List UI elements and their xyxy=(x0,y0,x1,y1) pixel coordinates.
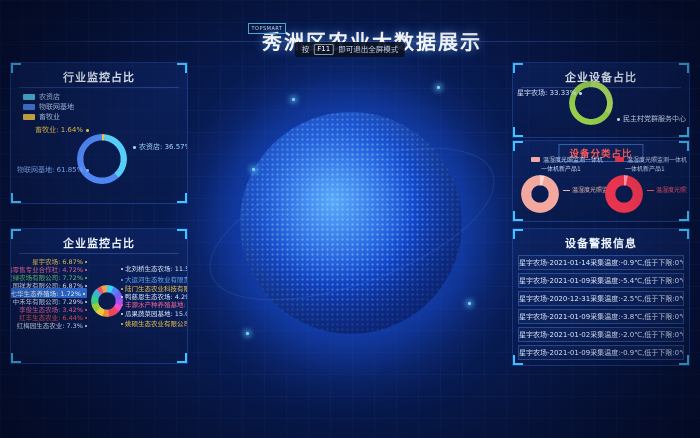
alarm-row: 星宇农场-2021-01-09采集温度:-3.8℃,低于下限:0℃ xyxy=(518,309,684,324)
chart-callout: 温湿度光照监测一… xyxy=(647,185,687,194)
chart-callout: 北刘桥生态农场: 11.56% xyxy=(121,263,188,273)
panel-title: 设备警报信息 xyxy=(513,235,689,251)
legend-item[interactable]: 一体机新产品1 xyxy=(541,164,581,173)
title-divider xyxy=(19,87,179,88)
legend-item[interactable]: 农资店 xyxy=(23,92,74,102)
enterprise-donut-chart[interactable] xyxy=(91,285,123,317)
panel-device-classification: 设备分类占比 温湿度光照监测一体机 一体机新产品1 温湿度光照监测一… 温湿度光… xyxy=(512,140,690,222)
legend-label: 温湿度光照监测一体机 xyxy=(627,155,687,164)
legend-swatch xyxy=(23,94,35,100)
panel-device-alarms: 设备警报信息 星宇农场-2021-01-14采集温度:-0.9℃,低于下限:0℃… xyxy=(512,228,690,366)
legend-swatch xyxy=(23,114,35,120)
legend-label: 一体机新产品1 xyxy=(541,164,581,173)
chart-callout: 畜牧业: 1.64% xyxy=(35,125,89,135)
legend-item[interactable]: 畜牧业 xyxy=(23,112,74,122)
chart-callout: 农资店: 36.57% xyxy=(133,142,188,152)
fullscreen-hint: 按 F11 即可退出全屏模式 xyxy=(295,42,405,57)
legend-item[interactable]: 温湿度光照监测一体机 xyxy=(531,155,603,164)
legend-item[interactable]: 温湿度光照监测一体机 xyxy=(615,155,687,164)
alarm-row: 星宇农场-2021-01-14采集温度:-0.9℃,低于下限:0℃ xyxy=(518,255,684,270)
chart-callout: 姚硕生态农业有限公司: 6.87% xyxy=(121,318,188,328)
legend-label: 农资店 xyxy=(39,92,60,102)
chart-callout: 温湿度光照监测一… xyxy=(563,185,607,194)
dashboard-stage: TOPSMART 秀洲区农业大数据展示 按 F11 即可退出全屏模式 行业监控占… xyxy=(0,0,700,438)
alarm-row: 星宇农场-2021-01-09采集温度:-0.9℃,低于下限:0℃ xyxy=(518,345,684,360)
panel-industry-monitoring: 行业监控占比 农资店 物联网基地 畜牧业 畜牧业: 1.64% 农资店: 36.… xyxy=(10,62,188,204)
legend-swatch xyxy=(531,157,540,162)
panel-title: 企业监控占比 xyxy=(11,235,187,251)
legend-label: 一体机新产品1 xyxy=(625,164,665,173)
chart-legend: 农资店 物联网基地 畜牧业 xyxy=(23,92,74,122)
f11-key-badge: F11 xyxy=(313,44,334,55)
chart-callout: 物联网基地: 61.85% xyxy=(17,165,89,175)
device-donut-chart-left[interactable] xyxy=(521,175,559,213)
glow-dot xyxy=(252,168,255,171)
chart-callout: 瓜果蔬菜园基地: 15.02% xyxy=(121,308,188,318)
legend-swatch xyxy=(23,104,35,110)
legend-label: 物联网基地 xyxy=(39,102,74,112)
glow-dot xyxy=(246,332,249,335)
panel-enterprise-monitoring: 企业监控占比 星宇农场: 6.87% 友福零售专业合作社: 4.72% 家绿农场… xyxy=(10,228,188,364)
chart-callout: 星宇农场: 33.33% xyxy=(517,88,582,98)
glow-dot xyxy=(468,302,471,305)
glow-dot xyxy=(437,86,440,89)
legend-item[interactable]: 物联网基地 xyxy=(23,102,74,112)
legend-label: 畜牧业 xyxy=(39,112,60,122)
chart-callout: 民主村党群服务中心 xyxy=(617,114,686,124)
brand-logo: TOPSMART xyxy=(248,23,286,34)
alarm-row: 星宇农场-2021-01-09采集温度:-5.4℃,低于下限:0℃ xyxy=(518,273,684,288)
device-donut-chart-right[interactable] xyxy=(605,175,643,213)
legend-item[interactable]: 一体机新产品1 xyxy=(625,164,665,173)
glow-dot xyxy=(292,98,295,101)
chart-callout: 红梅园生态农业: 7.3% xyxy=(17,320,87,330)
hint-suffix: 即可退出全屏模式 xyxy=(338,44,398,55)
panel-equipment-share: 企业设备占比 星宇农场: 33.33% 民主村党群服务中心 xyxy=(512,62,690,138)
industry-donut-chart[interactable] xyxy=(77,134,127,184)
legend-label: 温湿度光照监测一体机 xyxy=(543,155,603,164)
hint-prefix: 按 xyxy=(302,44,310,55)
alarm-row: 星宇农场-2020-12-31采集温度:-2.5℃,低于下限:0℃ xyxy=(518,291,684,306)
legend-swatch xyxy=(615,157,624,162)
panel-title: 行业监控占比 xyxy=(11,69,187,85)
title-divider xyxy=(19,253,179,254)
alarm-row: 星宇农场-2021-01-02采集温度:-2.0℃,低于下限:0℃ xyxy=(518,327,684,342)
